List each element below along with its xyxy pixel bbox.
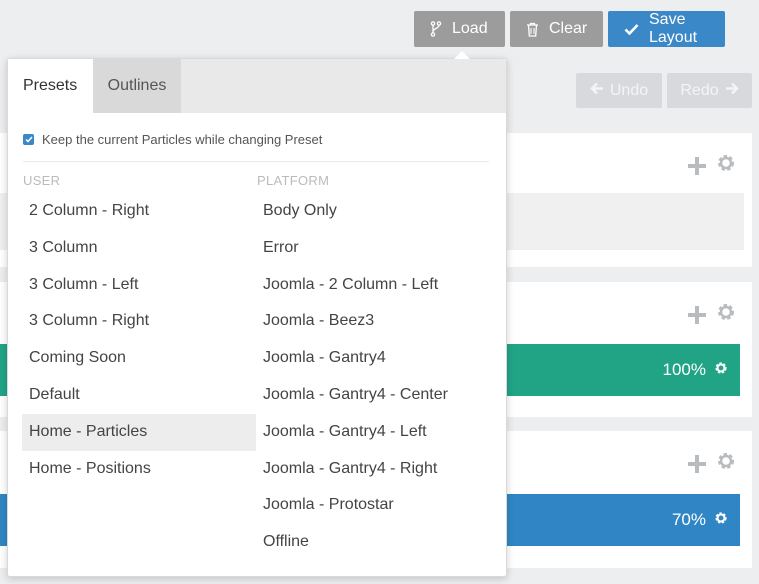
preset-item[interactable]: Coming Soon [22, 340, 256, 377]
preset-item-highlighted[interactable]: Home - Particles [22, 413, 256, 451]
plus-icon[interactable] [688, 156, 706, 175]
save-layout-button[interactable]: Save Layout [608, 11, 725, 47]
gear-icon[interactable] [714, 510, 728, 530]
section-actions [688, 153, 736, 178]
load-presets-popover: Presets Outlines Keep the current Partic… [7, 51, 507, 577]
keep-particles-label: Keep the current Particles while changin… [42, 132, 323, 147]
clear-button[interactable]: Clear [510, 11, 603, 47]
history-controls: Undo Redo [576, 73, 752, 108]
clear-label: Clear [549, 20, 588, 37]
keep-particles-checkbox[interactable] [23, 134, 34, 145]
arrow-right-icon [725, 82, 739, 100]
gear-icon[interactable] [714, 360, 728, 380]
keep-particles-option[interactable]: Keep the current Particles while changin… [23, 132, 322, 147]
arrow-left-icon [590, 82, 604, 100]
preset-item[interactable]: 3 Column - Left [22, 267, 256, 304]
plus-icon[interactable] [688, 305, 706, 324]
popover-tabs: Presets Outlines [8, 59, 506, 113]
user-heading: USER [23, 173, 61, 188]
gear-icon[interactable] [716, 302, 736, 327]
undo-button[interactable]: Undo [576, 73, 662, 108]
preset-item[interactable]: Joomla - 2 Column - Left [256, 267, 490, 304]
user-presets-column: USER 2 Column - Right 3 Column 3 Column … [22, 169, 256, 487]
block-width: 100% [662, 360, 706, 379]
section-actions [688, 451, 736, 476]
preset-item[interactable]: 2 Column - Right [22, 193, 256, 230]
preset-item[interactable]: Joomla - Gantry4 [256, 340, 490, 377]
tab-presets[interactable]: Presets [8, 59, 93, 113]
preset-item[interactable]: Joomla - Beez3 [256, 303, 490, 340]
tab-outlines[interactable]: Outlines [93, 59, 181, 113]
platform-heading: PLATFORM [257, 173, 330, 188]
plus-icon[interactable] [688, 454, 706, 473]
gear-icon[interactable] [716, 451, 736, 476]
preset-item[interactable]: Joomla - Gantry4 - Right [256, 451, 490, 488]
preset-item[interactable]: Joomla - Protostar [256, 487, 490, 524]
preset-item[interactable]: Joomla - Gantry4 - Center [256, 377, 490, 414]
preset-item[interactable]: 3 Column [22, 230, 256, 267]
platform-presets-column: PLATFORM Body Only Error Joomla - 2 Colu… [256, 169, 490, 561]
preset-item[interactable]: Error [256, 230, 490, 267]
preset-item[interactable]: Default [22, 377, 256, 414]
block-width: 70% [671, 510, 706, 529]
preset-item[interactable]: Home - Positions [22, 451, 256, 488]
load-label: Load [452, 20, 488, 37]
preset-item[interactable]: Joomla - Gantry4 - Left [256, 414, 490, 451]
divider [23, 161, 489, 162]
load-button[interactable]: Load [414, 11, 505, 47]
save-layout-label: Save Layout [649, 11, 698, 46]
preset-item[interactable]: Body Only [256, 193, 490, 230]
fork-icon [430, 21, 442, 37]
section-actions [688, 302, 736, 327]
popover-arrow [454, 51, 470, 59]
redo-button[interactable]: Redo [667, 73, 752, 108]
redo-label: Redo [680, 81, 719, 99]
undo-label: Undo [609, 81, 649, 99]
layout-toolbar: Load Clear Save Layout [414, 11, 725, 47]
gear-icon[interactable] [716, 153, 736, 178]
preset-item[interactable]: 3 Column - Right [22, 303, 256, 340]
check-icon [624, 23, 639, 35]
preset-item[interactable]: Offline [256, 524, 490, 561]
trash-icon [526, 22, 539, 37]
